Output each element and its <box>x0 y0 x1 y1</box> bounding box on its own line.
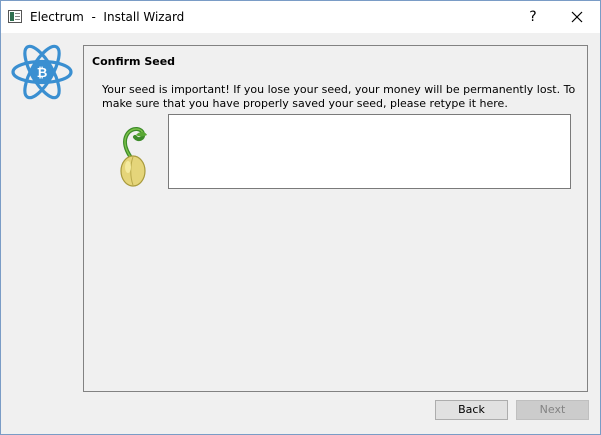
electrum-window-icon <box>8 10 22 23</box>
seed-input[interactable] <box>168 114 571 189</box>
seed-warning-message: Your seed is important! If you lose your… <box>102 83 576 110</box>
confirm-seed-panel: Confirm Seed Your seed is important! If … <box>83 45 588 392</box>
title-bar[interactable]: Electrum - Install Wizard ? <box>1 1 600 33</box>
close-icon[interactable] <box>562 5 592 29</box>
sprouting-seed-icon <box>120 127 147 187</box>
window-title: Electrum - Install Wizard <box>30 10 185 24</box>
help-button[interactable]: ? <box>520 5 546 29</box>
back-button[interactable]: Back <box>435 400 508 420</box>
install-wizard-window: Electrum - Install Wizard ? ₿ Confirm Se… <box>0 0 601 435</box>
next-button[interactable]: Next <box>516 400 589 420</box>
electrum-bitcoin-atom-logo: ₿ <box>11 44 73 100</box>
panel-title: Confirm Seed <box>92 55 176 68</box>
svg-text:₿: ₿ <box>37 66 48 81</box>
